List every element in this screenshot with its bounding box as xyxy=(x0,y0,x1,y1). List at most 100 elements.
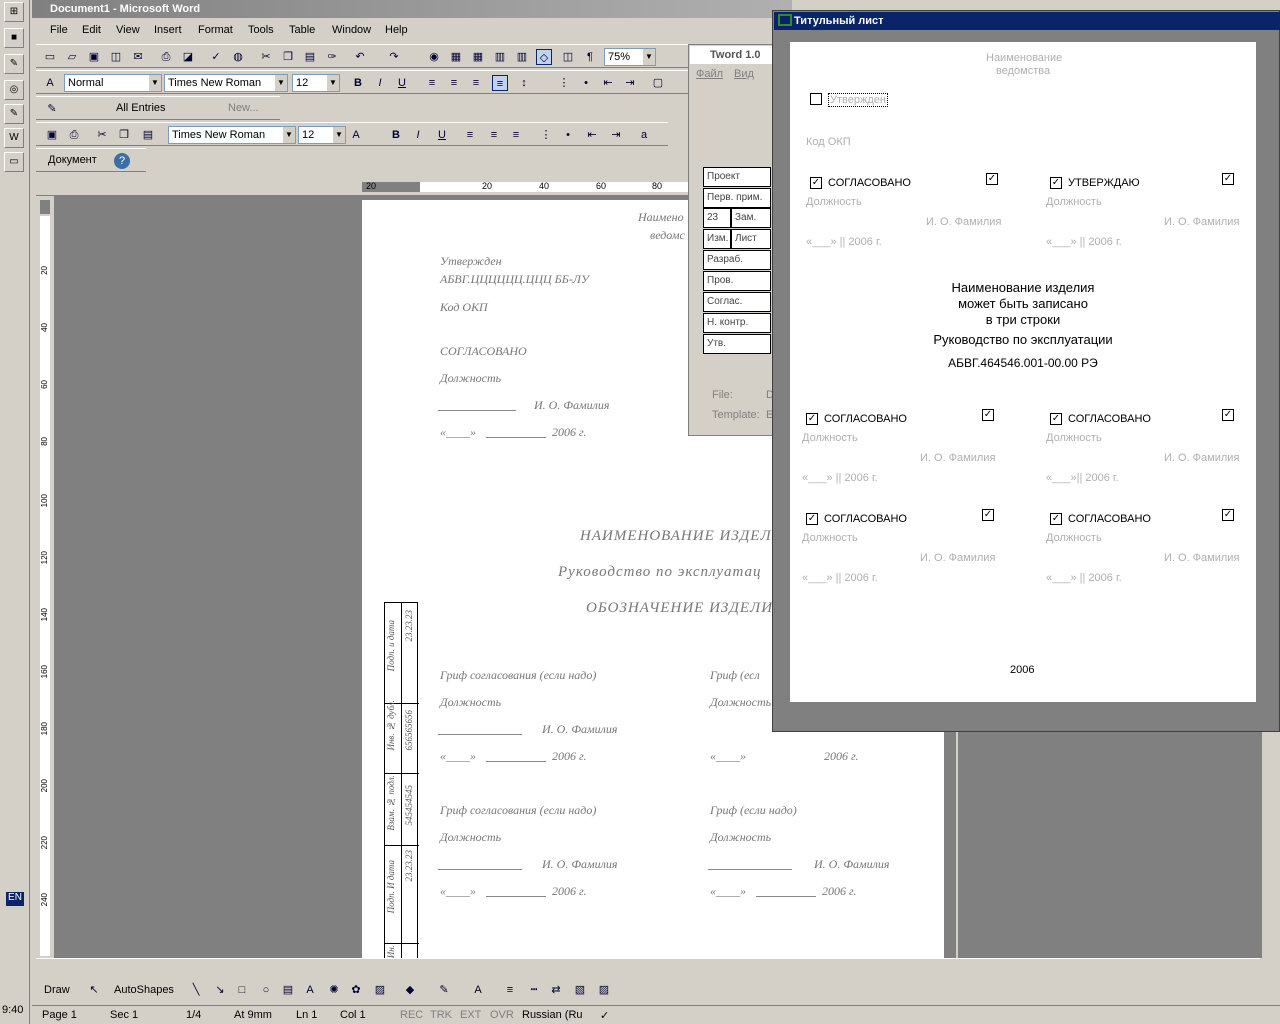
shadow-icon[interactable]: ▧ xyxy=(572,982,588,998)
tword-icon[interactable]: ▭ xyxy=(4,152,24,172)
tword-menu-file[interactable]: Файл xyxy=(696,68,723,80)
agreed-grif-checkbox-4[interactable]: ✓ xyxy=(982,509,994,521)
border-icon[interactable]: ▢ xyxy=(650,75,666,91)
status-rec[interactable]: REC xyxy=(400,1009,423,1021)
print-preview-icon[interactable]: ◪ xyxy=(180,49,196,65)
decrease-indent-icon[interactable]: ⇤ xyxy=(600,75,616,91)
document-map-icon[interactable]: ◫ xyxy=(560,49,576,65)
approved-checkbox[interactable] xyxy=(810,93,822,105)
agreed-grif-checkbox-3[interactable]: ✓ xyxy=(1222,409,1234,421)
app-icon[interactable]: ■ xyxy=(4,28,24,48)
paste-icon[interactable]: ▤ xyxy=(302,49,318,65)
rectangle-icon[interactable]: □ xyxy=(234,982,250,998)
app-icon[interactable]: ✎ xyxy=(4,54,24,74)
horizontal-scrollbar[interactable] xyxy=(36,958,1260,974)
status-ovr[interactable]: OVR xyxy=(490,1009,514,1021)
picture-icon[interactable]: ▨ xyxy=(372,982,388,998)
word-icon[interactable]: W xyxy=(4,128,24,148)
agreed-checkbox-3[interactable]: ✓ xyxy=(1050,413,1062,425)
underline-icon[interactable]: U xyxy=(434,127,450,143)
paste-icon[interactable]: ▤ xyxy=(140,127,156,143)
select-objects-icon[interactable]: ↖ xyxy=(86,982,102,998)
cut-icon[interactable]: ✂ xyxy=(94,127,110,143)
fill-color-icon[interactable]: ◆ xyxy=(402,982,418,998)
status-trk[interactable]: TRK xyxy=(430,1009,452,1021)
open-icon[interactable]: ▱ xyxy=(64,49,80,65)
align-center-icon[interactable]: ≡ xyxy=(446,75,462,91)
font-select-2[interactable]: Times New Roman ▼ xyxy=(168,126,296,144)
draw-menu[interactable]: Draw xyxy=(44,984,70,996)
styles-icon[interactable]: A xyxy=(42,75,58,91)
copy-icon[interactable]: ❐ xyxy=(280,49,296,65)
line-style-icon[interactable]: ≡ xyxy=(502,982,518,998)
decrease-indent-icon[interactable]: ⇤ xyxy=(584,127,600,143)
font-color-icon[interactable]: A xyxy=(470,982,486,998)
app-icon[interactable]: ✎ xyxy=(4,104,24,124)
agreed-checkbox-2[interactable]: ✓ xyxy=(806,413,818,425)
agreed-checkbox-1[interactable]: ✓ xyxy=(810,177,822,189)
italic-icon[interactable]: I xyxy=(372,75,388,91)
arrow-style-icon[interactable]: ⇄ xyxy=(548,982,564,998)
document-menu[interactable]: Документ xyxy=(48,154,97,166)
language-indicator[interactable]: EN xyxy=(6,892,24,906)
font-color-icon[interactable]: A xyxy=(348,127,364,143)
autotext-icon[interactable]: ✎ xyxy=(44,101,60,117)
textbox-icon[interactable]: ▤ xyxy=(280,982,296,998)
drawing-icon[interactable]: ◇ xyxy=(536,49,552,65)
line-spacing-icon[interactable]: ↕ xyxy=(516,75,532,91)
menu-view[interactable]: View xyxy=(116,24,140,36)
agreed-grif-checkbox-2[interactable]: ✓ xyxy=(982,409,994,421)
confirm-grif-checkbox[interactable]: ✓ xyxy=(1222,173,1234,185)
3d-icon[interactable]: ▨ xyxy=(596,982,612,998)
bold-icon[interactable]: B xyxy=(388,127,404,143)
numbering-icon[interactable]: ⋮ xyxy=(556,75,572,91)
cut-icon[interactable]: ✂ xyxy=(258,49,274,65)
bullets-icon[interactable]: • xyxy=(560,127,576,143)
line-icon[interactable]: ╲ xyxy=(188,982,204,998)
new-icon[interactable]: ▭ xyxy=(42,49,58,65)
show-hide-icon[interactable]: ¶ xyxy=(582,49,598,65)
vertical-ruler[interactable]: 20 40 60 80 100 120 140 160 180 200 220 240 xyxy=(36,196,54,958)
italic-icon[interactable]: I xyxy=(410,127,426,143)
copy-icon[interactable]: ❐ xyxy=(116,127,132,143)
increase-indent-icon[interactable]: ⇥ xyxy=(622,75,638,91)
research-icon[interactable]: ◍ xyxy=(230,49,246,65)
align-right-icon[interactable]: ≡ xyxy=(508,127,524,143)
align-left-icon[interactable]: ≡ xyxy=(462,127,478,143)
menu-window[interactable]: Window xyxy=(332,24,371,36)
diagram-icon[interactable]: ✺ xyxy=(326,982,342,998)
redo-icon[interactable]: ↷ xyxy=(386,49,402,65)
all-entries-dropdown[interactable]: All Entries xyxy=(116,102,166,114)
line-color-icon[interactable]: ✎ xyxy=(436,982,452,998)
vertical-scrollbar[interactable] xyxy=(1262,732,1280,958)
windows-icon[interactable]: ⊞ xyxy=(4,2,24,22)
numbering-icon[interactable]: ⋮ xyxy=(538,127,554,143)
autoshapes-menu[interactable]: AutoShapes xyxy=(114,984,174,996)
wordart-icon[interactable]: A xyxy=(302,982,318,998)
bold-icon[interactable]: B xyxy=(350,75,366,91)
font-size-select-2[interactable]: 12 ▼ xyxy=(298,126,346,144)
confirm-checkbox[interactable]: ✓ xyxy=(1050,177,1062,189)
menu-insert[interactable]: Insert xyxy=(154,24,182,36)
style-select[interactable]: Normal ▼ xyxy=(64,74,162,92)
menu-format[interactable]: Format xyxy=(198,24,233,36)
print-icon[interactable]: ⎙ xyxy=(66,127,82,143)
columns-icon[interactable]: ▥ xyxy=(514,49,530,65)
email-icon[interactable]: ✉ xyxy=(130,49,146,65)
menu-file[interactable]: File xyxy=(50,24,68,36)
menu-help[interactable]: Help xyxy=(385,24,408,36)
bullets-icon[interactable]: • xyxy=(578,75,594,91)
tword-menu-view[interactable]: Вид xyxy=(734,68,754,80)
increase-indent-icon[interactable]: ⇥ xyxy=(608,127,624,143)
justify-icon[interactable]: ≡ xyxy=(492,75,508,91)
format-painter-icon[interactable]: ✑ xyxy=(324,49,340,65)
help-icon[interactable]: ? xyxy=(114,153,130,169)
menu-table[interactable]: Table xyxy=(289,24,315,36)
font-size-select[interactable]: 12 ▼ xyxy=(292,74,340,92)
font-select[interactable]: Times New Roman ▼ xyxy=(164,74,288,92)
spelling-status-icon[interactable]: ✓ xyxy=(600,1009,609,1022)
arrow-icon[interactable]: ↘ xyxy=(212,982,228,998)
app-icon[interactable]: ◎ xyxy=(4,80,24,100)
agreed-grif-checkbox-1[interactable]: ✓ xyxy=(986,173,998,185)
spelling-icon[interactable]: ✓ xyxy=(208,49,224,65)
